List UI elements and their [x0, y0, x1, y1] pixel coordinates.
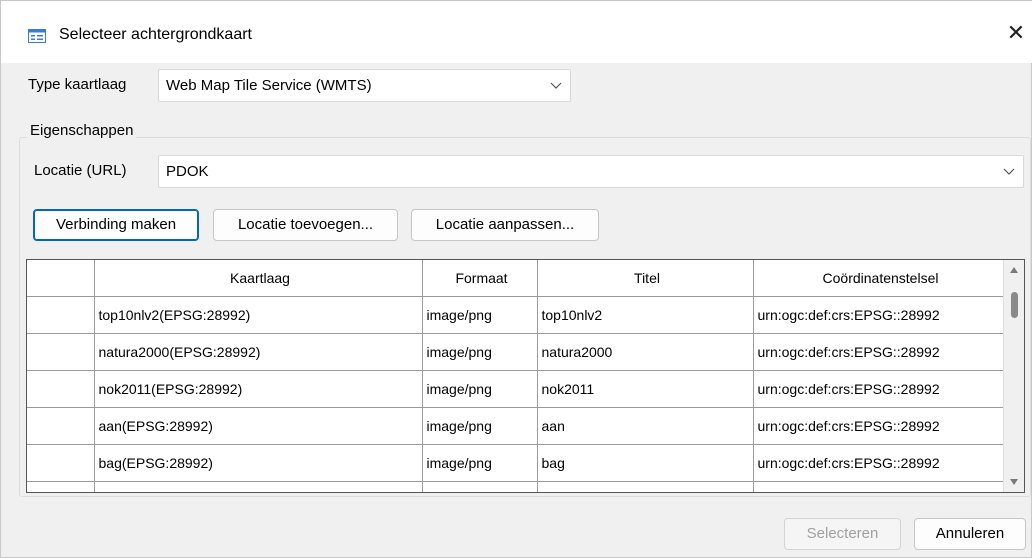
cell-coordinatenstelsel[interactable]: urn:ogc:def:crs:EPSG::28992	[753, 370, 1005, 408]
column-header-formaat[interactable]: Formaat	[422, 260, 538, 297]
column-header-coordinatenstelsel[interactable]: Coördinatenstelsel	[753, 260, 1005, 297]
layer-type-select[interactable]: Web Map Tile Service (WMTS)	[158, 69, 571, 102]
table-row[interactable]: bag(EPSG:28992) image/png bag urn:ogc:def:c…	[27, 444, 1005, 482]
row-header-cell[interactable]	[27, 296, 95, 334]
scrollbar-thumb[interactable]	[1011, 292, 1018, 318]
vertical-scrollbar[interactable]	[1003, 260, 1024, 492]
edit-location-button[interactable]: Locatie aanpassen...	[411, 209, 599, 241]
location-label: Locatie (URL)	[34, 162, 127, 179]
row-header-cell[interactable]	[27, 370, 95, 408]
row-header-cell[interactable]	[27, 407, 95, 445]
row-header-corner	[27, 260, 95, 297]
connect-button[interactable]: Verbinding maken	[33, 209, 199, 241]
select-background-map-dialog: Selecteer achtergrondkaart ✕ Type kaartl…	[0, 0, 1032, 558]
cell-titel[interactable]: top10nlv2	[537, 296, 754, 334]
chevron-down-icon	[550, 82, 562, 89]
cell-formaat[interactable]: image/png	[422, 370, 538, 408]
column-header-titel[interactable]: Titel	[537, 260, 754, 297]
table-row[interactable]: top10nlv2(EPSG:28992) image/png top10nlv2 u…	[27, 296, 1005, 334]
cell-coordinatenstelsel[interactable]: urn:ogc:def:crs:EPSG::28992	[753, 296, 1005, 334]
close-icon[interactable]: ✕	[1003, 20, 1029, 46]
cell-formaat[interactable]: image/png	[422, 407, 538, 445]
cell-kaartlaag[interactable]: bag(EPSG:28992)	[94, 481, 423, 492]
cell-coordinatenstelsel[interactable]: urn:ogc:def:crs:EPSG::28992	[753, 444, 1005, 482]
row-header-cell[interactable]	[27, 444, 95, 482]
location-url-select[interactable]: PDOK	[158, 155, 1024, 188]
cell-coordinatenstelsel[interactable]: urn:ogc:def:crs:EPSG::28992	[753, 407, 1005, 445]
cell-titel[interactable]: natura2000	[537, 333, 754, 371]
layer-type-value: Web Map Tile Service (WMTS)	[166, 77, 372, 94]
table-row[interactable]: natura2000(EPSG:28992) image/png natura200…	[27, 333, 1005, 371]
layer-type-label: Type kaartlaag	[28, 76, 127, 93]
cell-titel[interactable]: aan	[537, 407, 754, 445]
dialog-title: Selecteer achtergrondkaart	[59, 26, 252, 43]
cell-titel[interactable]: bag	[537, 444, 754, 482]
cell-formaat[interactable]: image/png	[422, 296, 538, 334]
row-header-cell[interactable]	[27, 333, 95, 371]
cell-kaartlaag[interactable]: bag(EPSG:28992)	[94, 444, 423, 482]
table-header-row: Kaartlaag Formaat Titel Coördinatenstels…	[27, 260, 1005, 297]
cell-kaartlaag[interactable]: nok2011(EPSG:28992)	[94, 370, 423, 408]
row-header-cell[interactable]	[27, 481, 95, 492]
location-url-value: PDOK	[166, 163, 209, 180]
column-header-kaartlaag[interactable]: Kaartlaag	[94, 260, 423, 297]
properties-group-label: Eigenschappen	[27, 122, 137, 139]
table-row[interactable]: aan(EPSG:28992) image/png aan urn:ogc:def:c…	[27, 407, 1005, 445]
cell-coordinatenstelsel[interactable]: urn:ogc:def:crs:EPSG::28992	[753, 481, 1005, 492]
scroll-down-arrow-icon[interactable]	[1009, 478, 1019, 486]
cell-kaartlaag[interactable]: natura2000(EPSG:28992)	[94, 333, 423, 371]
cell-formaat[interactable]: image/png8	[422, 481, 538, 492]
add-location-button[interactable]: Locatie toevoegen...	[213, 209, 398, 241]
cell-titel[interactable]: nok2011	[537, 370, 754, 408]
cell-titel[interactable]: bag	[537, 481, 754, 492]
cancel-button[interactable]: Annuleren	[914, 518, 1026, 550]
dialog-window-icon	[28, 29, 46, 43]
cell-kaartlaag[interactable]: top10nlv2(EPSG:28992)	[94, 296, 423, 334]
chevron-down-icon	[1003, 168, 1015, 175]
select-button[interactable]: Selecteren	[784, 518, 901, 550]
cell-formaat[interactable]: image/png	[422, 333, 538, 371]
cell-formaat[interactable]: image/png	[422, 444, 538, 482]
table-row[interactable]: nok2011(EPSG:28992) image/png nok2011 urn:o…	[27, 370, 1005, 408]
layers-table: Kaartlaag Formaat Titel Coördinatenstels…	[26, 259, 1025, 493]
cell-kaartlaag[interactable]: aan(EPSG:28992)	[94, 407, 423, 445]
scroll-up-arrow-icon[interactable]	[1009, 266, 1019, 274]
title-bar: Selecteer achtergrondkaart ✕	[1, 1, 1032, 63]
table-row[interactable]: bag(EPSG:28992)image/png8bagurn:ogc:def:…	[27, 481, 1005, 492]
cell-coordinatenstelsel[interactable]: urn:ogc:def:crs:EPSG::28992	[753, 333, 1005, 371]
